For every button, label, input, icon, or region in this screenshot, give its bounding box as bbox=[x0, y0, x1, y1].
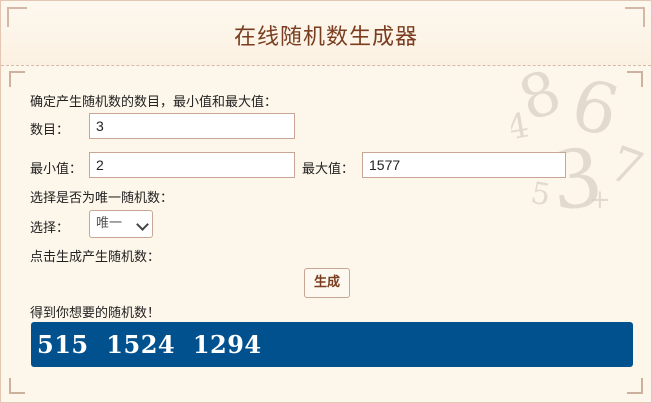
select-label: 选择： bbox=[30, 221, 70, 236]
page-frame: 在线随机数生成器 8 6 4 3 7 5 + 确定产生随机数的数目，最小值和最大… bbox=[0, 0, 652, 403]
min-label: 最小值： bbox=[30, 162, 83, 177]
count-label: 数目： bbox=[30, 123, 70, 138]
generate-instruction: 点击生成产生随机数： bbox=[30, 250, 161, 265]
result-instruction: 得到你想要的随机数！ bbox=[30, 306, 161, 321]
min-input[interactable]: 2 bbox=[89, 152, 295, 178]
max-label: 最大值： bbox=[302, 162, 355, 177]
unique-instruction: 选择是否为唯一随机数： bbox=[30, 191, 174, 206]
unique-select[interactable]: 唯一 bbox=[89, 210, 153, 238]
generate-button[interactable]: 生成 bbox=[304, 268, 350, 298]
chevron-down-icon bbox=[136, 218, 149, 231]
unique-select-value: 唯一 bbox=[96, 216, 123, 231]
corner-ornament bbox=[9, 378, 25, 394]
count-input[interactable]: 3 bbox=[89, 113, 295, 139]
result-display: 515 1524 1294 bbox=[31, 322, 633, 367]
corner-ornament bbox=[627, 378, 643, 394]
corner-ornament bbox=[9, 71, 25, 87]
page-title: 在线随机数生成器 bbox=[233, 25, 418, 50]
corner-ornament bbox=[627, 71, 643, 87]
header: 在线随机数生成器 bbox=[1, 1, 651, 66]
max-input[interactable]: 1577 bbox=[362, 152, 566, 178]
count-range-instruction: 确定产生随机数的数目，最小值和最大值： bbox=[30, 95, 278, 110]
